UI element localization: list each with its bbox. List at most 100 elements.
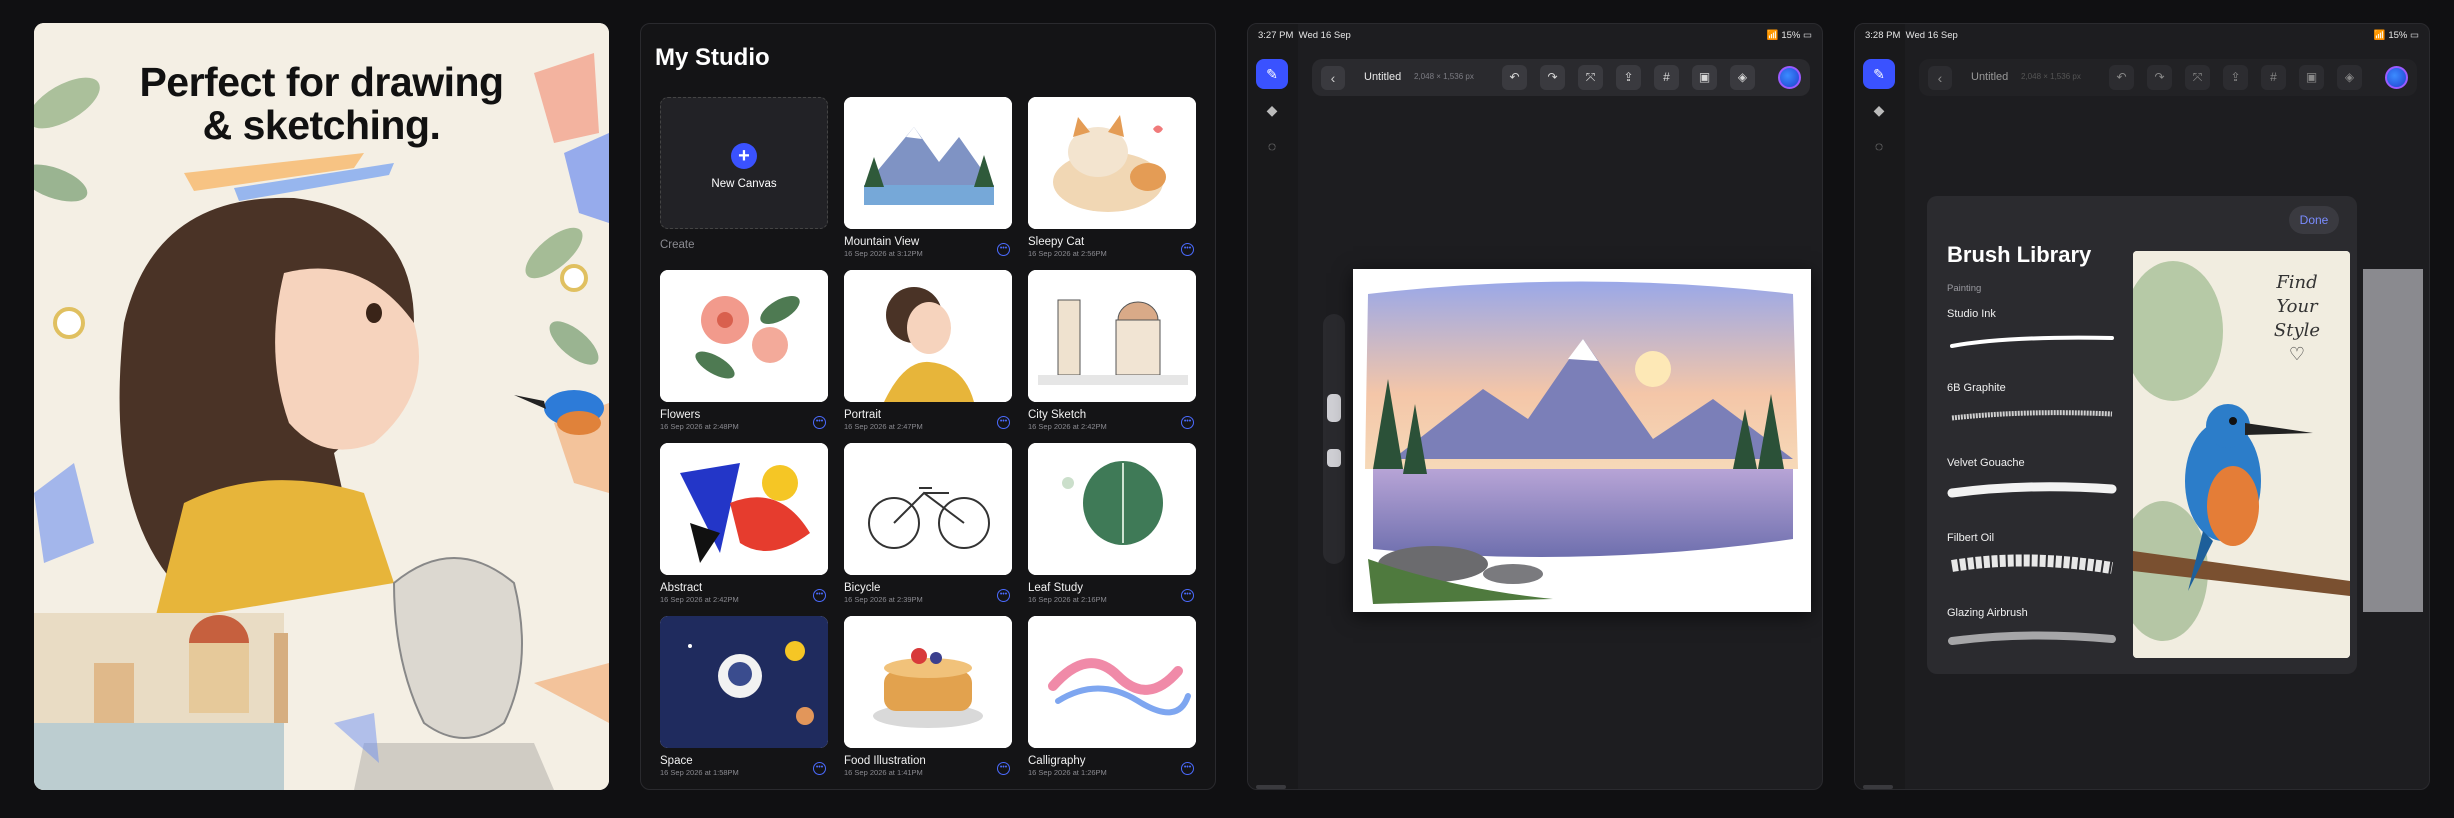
- artwork-thumbnail[interactable]: [660, 616, 828, 748]
- artwork-name: City Sketch: [1028, 409, 1087, 421]
- flowers-thumbnail-art: [660, 270, 828, 402]
- eraser-tool-icon[interactable]: ◆: [1863, 95, 1895, 125]
- brush-item[interactable]: 6B Graphite: [1947, 382, 2117, 428]
- artwork-tile[interactable]: Bicycle 16 Sep 2026 at 2:39PM •••: [844, 443, 1012, 604]
- artwork-thumbnail[interactable]: [1028, 443, 1196, 575]
- transform-icon[interactable]: ⤧: [1578, 65, 1603, 90]
- redo-icon[interactable]: ↷: [2147, 65, 2172, 90]
- more-options-icon[interactable]: •••: [813, 416, 826, 429]
- create-label: Create: [660, 239, 695, 251]
- done-button[interactable]: Done: [2289, 206, 2339, 234]
- artwork-date: 16 Sep 2026 at 2:47PM: [844, 422, 923, 431]
- more-options-icon[interactable]: •••: [1181, 416, 1194, 429]
- artwork-thumbnail[interactable]: [1028, 97, 1196, 229]
- brush-category[interactable]: Painting: [1947, 283, 1981, 294]
- artwork-tile[interactable]: Sleepy Cat 16 Sep 2026 at 2:56PM •••: [1028, 97, 1196, 258]
- artwork-thumbnail[interactable]: [660, 270, 828, 402]
- artwork-date: 16 Sep 2026 at 1:58PM: [660, 768, 739, 777]
- heart-icon: ♡: [2288, 344, 2306, 365]
- color-picker-button[interactable]: [2385, 66, 2408, 89]
- transform-icon[interactable]: ⤧: [2185, 65, 2210, 90]
- artwork-tile[interactable]: Food Illustration 16 Sep 2026 at 1:41PM …: [844, 616, 1012, 777]
- reference-icon[interactable]: ▣: [1692, 65, 1717, 90]
- artwork-date: 16 Sep 2026 at 2:16PM: [1028, 595, 1107, 604]
- more-options-icon[interactable]: •••: [1181, 243, 1194, 256]
- share-icon[interactable]: ⇪: [1616, 65, 1641, 90]
- back-button[interactable]: ‹: [1321, 66, 1345, 90]
- artwork-name: Bicycle: [844, 582, 881, 594]
- artwork-tile[interactable]: Leaf Study 16 Sep 2026 at 2:16PM •••: [1028, 443, 1196, 604]
- side-tools: ✎ ◆ ◌: [1256, 59, 1290, 167]
- artwork-tile[interactable]: Mountain View 16 Sep 2026 at 3:12PM •••: [844, 97, 1012, 258]
- headline-line-2: & sketching.: [202, 102, 441, 148]
- more-options-icon[interactable]: •••: [997, 589, 1010, 602]
- brush-name: 6B Graphite: [1947, 382, 2006, 394]
- grid-icon[interactable]: #: [1654, 65, 1679, 90]
- artwork-thumbnail[interactable]: [844, 270, 1012, 402]
- redo-icon[interactable]: ↷: [1540, 65, 1565, 90]
- brush-name: Filbert Oil: [1947, 532, 1995, 544]
- drawing-canvas[interactable]: [1353, 269, 1811, 612]
- brush-size-slider[interactable]: [1323, 314, 1345, 564]
- document-title[interactable]: Untitled: [1364, 71, 1401, 83]
- grid-icon[interactable]: #: [2261, 65, 2286, 90]
- artwork-date: 16 Sep 2026 at 2:39PM: [844, 595, 923, 604]
- artwork-tile[interactable]: City Sketch 16 Sep 2026 at 2:42PM •••: [1028, 270, 1196, 431]
- artwork-thumbnail[interactable]: [844, 616, 1012, 748]
- artwork-tile[interactable]: Flowers 16 Sep 2026 at 2:48PM •••: [660, 270, 828, 431]
- more-options-icon[interactable]: •••: [1181, 762, 1194, 775]
- brush-tool-icon[interactable]: ✎: [1863, 59, 1895, 89]
- artwork-thumbnail[interactable]: [1028, 270, 1196, 402]
- more-options-icon[interactable]: •••: [1181, 589, 1194, 602]
- artwork-date: 16 Sep 2026 at 2:42PM: [660, 595, 739, 604]
- more-options-icon[interactable]: •••: [997, 243, 1010, 256]
- undo-icon[interactable]: ↶: [2109, 65, 2134, 90]
- opacity-slider-knob[interactable]: [1327, 449, 1341, 467]
- document-title[interactable]: Untitled: [1971, 71, 2008, 83]
- brush-preview-card: Find Your Style ♡: [2133, 251, 2350, 658]
- color-picker-button[interactable]: [1778, 66, 1801, 89]
- more-options-icon[interactable]: •••: [813, 589, 826, 602]
- layers-icon[interactable]: ◈: [1730, 65, 1755, 90]
- reference-icon[interactable]: ▣: [2299, 65, 2324, 90]
- mountain-thumbnail-art: [844, 97, 1012, 229]
- new-canvas-tile[interactable]: + New Canvas Create: [660, 97, 828, 251]
- eraser-tool-icon[interactable]: ◆: [1256, 95, 1288, 125]
- share-icon[interactable]: ⇪: [2223, 65, 2248, 90]
- landscape-artwork: [1353, 269, 1811, 612]
- undo-icon[interactable]: ↶: [1502, 65, 1527, 90]
- artwork-name: Portrait: [844, 409, 882, 421]
- artwork-tile[interactable]: Calligraphy 16 Sep 2026 at 1:26PM •••: [1028, 616, 1196, 777]
- brush-stroke-preview: [1947, 475, 2117, 503]
- more-options-icon[interactable]: •••: [813, 762, 826, 775]
- artwork-thumbnail[interactable]: [1028, 616, 1196, 748]
- side-tools: ✎ ◆ ◌: [1863, 59, 1897, 167]
- new-canvas-label: New Canvas: [711, 178, 777, 190]
- brush-item[interactable]: Studio Ink: [1947, 308, 2117, 354]
- lasso-tool-icon[interactable]: ◌: [1863, 131, 1895, 161]
- lasso-tool-icon[interactable]: ◌: [1256, 131, 1288, 161]
- artwork-tile[interactable]: Space 16 Sep 2026 at 1:58PM •••: [660, 616, 828, 777]
- brush-item[interactable]: Glazing Airbrush: [1947, 607, 2117, 653]
- top-toolbar: ‹ Untitled 2,048 × 1,536 px ↶ ↷ ⤧ ⇪ # ▣ …: [1312, 59, 1810, 96]
- brush-item[interactable]: Velvet Gouache: [1947, 457, 2117, 503]
- artwork-name: Space: [660, 755, 693, 767]
- back-button[interactable]: ‹: [1928, 66, 1952, 90]
- artwork-thumbnail[interactable]: [660, 443, 828, 575]
- artwork-tile[interactable]: Abstract 16 Sep 2026 at 2:42PM •••: [660, 443, 828, 604]
- artwork-thumbnail[interactable]: [844, 443, 1012, 575]
- bicycle-thumbnail-art: [844, 443, 1012, 575]
- more-options-icon[interactable]: •••: [997, 416, 1010, 429]
- brush-tool-icon[interactable]: ✎: [1256, 59, 1288, 89]
- artwork-tile[interactable]: Portrait 16 Sep 2026 at 2:47PM •••: [844, 270, 1012, 431]
- brush-item[interactable]: Filbert Oil: [1947, 532, 2117, 578]
- more-options-icon[interactable]: •••: [997, 762, 1010, 775]
- new-canvas-button[interactable]: + New Canvas: [660, 97, 828, 229]
- city-thumbnail-art: [1028, 270, 1196, 402]
- layers-icon[interactable]: ◈: [2337, 65, 2362, 90]
- home-indicator: [1863, 785, 1893, 789]
- artwork-thumbnail[interactable]: [844, 97, 1012, 229]
- brush-stroke-preview: [1947, 400, 2117, 428]
- size-slider-knob[interactable]: [1327, 394, 1341, 422]
- artwork-name: Leaf Study: [1028, 582, 1083, 594]
